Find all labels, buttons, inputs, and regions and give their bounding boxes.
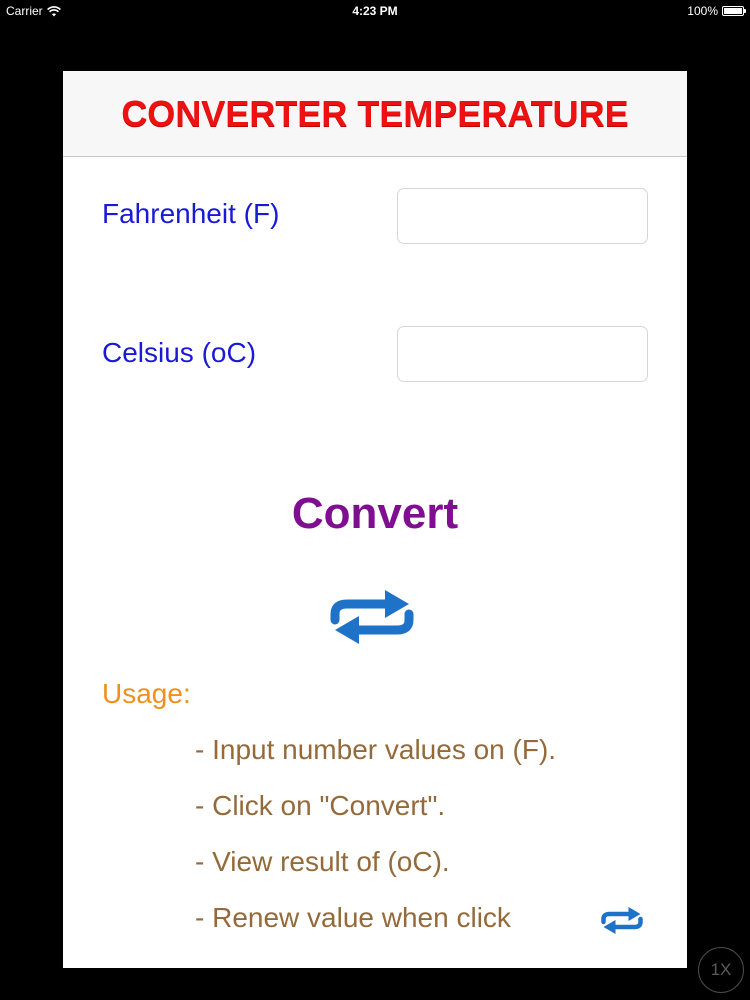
page-title: CONVERTER TEMPERATURE xyxy=(121,92,629,134)
repeat-arrows-icon xyxy=(601,907,643,934)
usage-line-view: - View result of (oC). xyxy=(195,846,450,877)
converter-panel: CONVERTER TEMPERATURE Fahrenheit (F) Cel… xyxy=(63,71,687,968)
battery-group: 100% xyxy=(687,4,746,18)
usage-line-convert: - Click on "Convert". xyxy=(195,790,446,821)
celsius-label: Celsius (oC) xyxy=(102,337,257,368)
usage-line-renew: - Renew value when click xyxy=(195,902,511,933)
fahrenheit-input[interactable] xyxy=(397,188,648,244)
renew-button[interactable] xyxy=(325,586,419,650)
repeat-arrows-icon xyxy=(330,590,414,644)
usage-title: Usage: xyxy=(102,678,191,709)
status-bar: Carrier 4:23 PM 100% xyxy=(0,0,750,22)
zoom-toggle-button[interactable]: 1X xyxy=(698,947,744,993)
fahrenheit-label: Fahrenheit (F) xyxy=(102,198,280,229)
battery-icon xyxy=(722,6,746,16)
status-time: 4:23 PM xyxy=(352,4,398,18)
convert-button[interactable]: Convert xyxy=(63,489,687,539)
usage-line-input: - Input number values on (F). xyxy=(195,734,557,765)
battery-percent: 100% xyxy=(687,4,718,18)
header-bar: CONVERTER TEMPERATURE xyxy=(63,71,687,157)
celsius-input[interactable] xyxy=(397,326,648,382)
